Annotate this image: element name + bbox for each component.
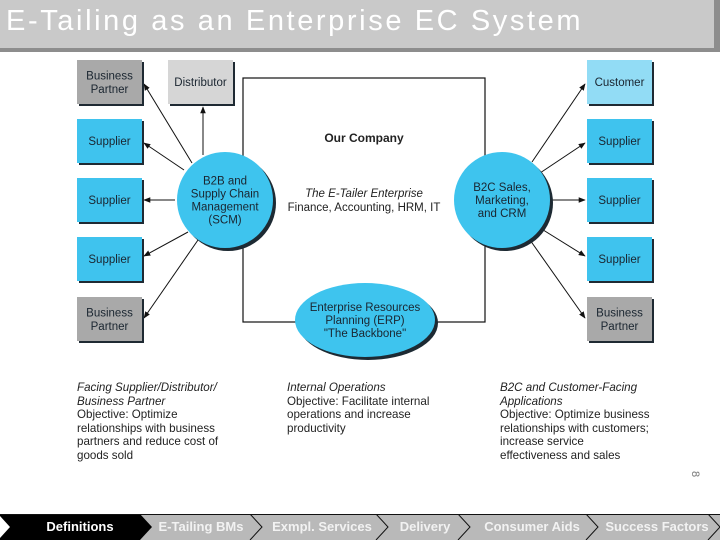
node-label: Supplier: [598, 254, 640, 266]
nav-item-delivery[interactable]: Delivery: [388, 514, 462, 540]
hub-label: B2C Sales,: [473, 182, 531, 194]
right-node-customer: Customer: [587, 60, 654, 106]
section-nav-bar: Definitions E-Tailing BMs Exmpl. Service…: [0, 514, 720, 540]
hub-label: and CRM: [478, 208, 527, 220]
node-label: Business: [86, 70, 133, 82]
nav-item-success-factors[interactable]: Success Factors: [598, 514, 716, 540]
node-label: Supplier: [88, 195, 130, 207]
hub-label: Management: [191, 202, 259, 214]
left-node-partner: Business Partner: [77, 60, 144, 106]
hub-label: Enterprise Resources: [310, 302, 421, 314]
nav-item-consumer-aids[interactable]: Consumer Aids: [472, 514, 592, 540]
left-node-partner: Business Partner: [77, 297, 144, 343]
nav-item-definitions[interactable]: Definitions: [22, 514, 138, 540]
hub-label: Supply Chain: [191, 189, 259, 201]
caption-body: operations and increase: [287, 408, 411, 422]
caption-body: goods sold: [77, 448, 134, 462]
enterprise-ec-diagram: Our Company The E-Tailer Enterprise Fina…: [77, 60, 654, 360]
caption-body: Objective: Optimize business: [500, 408, 650, 422]
caption-body: productivity: [287, 421, 346, 435]
enterprise-title: The E-Tailer Enterprise: [305, 188, 423, 200]
caption-body: relationships with business: [77, 421, 215, 435]
caption-internal-operations: Internal Operations Objective: Facilitat…: [287, 381, 477, 435]
hub-label: Planning (ERP): [325, 315, 404, 327]
caption-supplier-facing: Facing Supplier/Distributor/ Business Pa…: [77, 381, 277, 463]
edge-b2c-to-customer: [531, 83, 586, 163]
company-label: Our Company: [324, 131, 404, 145]
node-label: Business: [86, 307, 133, 319]
edge-scm-to-supplier: [143, 231, 189, 257]
caption-customer-facing: B2C and Customer-Facing Applications Obj…: [500, 381, 710, 463]
edge-b2c-to-supplier: [539, 227, 586, 257]
caption-body: increase service: [500, 435, 584, 449]
node-label: Supplier: [88, 254, 130, 266]
erp-hub: Enterprise ResourcesPlanning (ERP)"The B…: [295, 283, 438, 360]
left-node-supplier: Supplier: [77, 178, 144, 224]
hub-label: B2B and: [203, 176, 247, 188]
hub-label: Marketing,: [475, 195, 529, 207]
page-number: 8: [689, 470, 702, 478]
nav-item-exmpl-services[interactable]: Exmpl. Services: [262, 514, 382, 540]
node-label: Customer: [595, 77, 645, 89]
top-node-distributor: Distributor: [168, 60, 235, 106]
node-label: Distributor: [174, 77, 227, 89]
node-label: Supplier: [598, 195, 640, 207]
scm-hub: B2B andSupply ChainManagement(SCM): [177, 152, 276, 251]
left-node-supplier: Supplier: [77, 237, 144, 283]
caption-body: effectiveness and sales: [500, 448, 621, 462]
caption-heading: Facing Supplier/Distributor/: [77, 381, 217, 394]
right-node-partner: Business Partner: [587, 297, 654, 343]
right-node-supplier: Supplier: [587, 178, 654, 224]
right-node-supplier: Supplier: [587, 119, 654, 165]
edge-b2c-to-supplier: [539, 142, 586, 174]
node-label: Supplier: [598, 136, 640, 148]
node-label: Partner: [91, 321, 129, 333]
node-label: Supplier: [88, 136, 130, 148]
right-node-supplier: Supplier: [587, 237, 654, 283]
b2c-hub: B2C Sales,Marketing,and CRM: [454, 152, 553, 251]
enterprise-functions: Finance, Accounting, HRM, IT: [288, 202, 441, 214]
node-label: Partner: [601, 321, 639, 333]
hub-label: (SCM): [208, 215, 241, 227]
node-label: Business: [596, 307, 643, 319]
caption-heading: Applications: [500, 394, 563, 408]
caption-body: relationships with customers;: [500, 421, 649, 435]
caption-heading: B2C and Customer-Facing: [500, 381, 638, 394]
caption-body: Objective: Facilitate internal: [287, 394, 430, 408]
caption-body: Objective: Optimize: [77, 408, 178, 422]
nav-item-e-tailing-bms[interactable]: E-Tailing BMs: [146, 514, 256, 540]
caption-heading: Internal Operations: [287, 381, 386, 394]
caption-body: partners and reduce cost of: [77, 435, 219, 449]
edge-b2c-to-partner: [529, 239, 586, 319]
node-label: Partner: [91, 84, 129, 96]
left-node-supplier: Supplier: [77, 119, 144, 165]
hub-label: "The Backbone": [324, 328, 406, 340]
edge-scm-to-supplier: [143, 142, 185, 171]
caption-heading: Business Partner: [77, 394, 166, 408]
